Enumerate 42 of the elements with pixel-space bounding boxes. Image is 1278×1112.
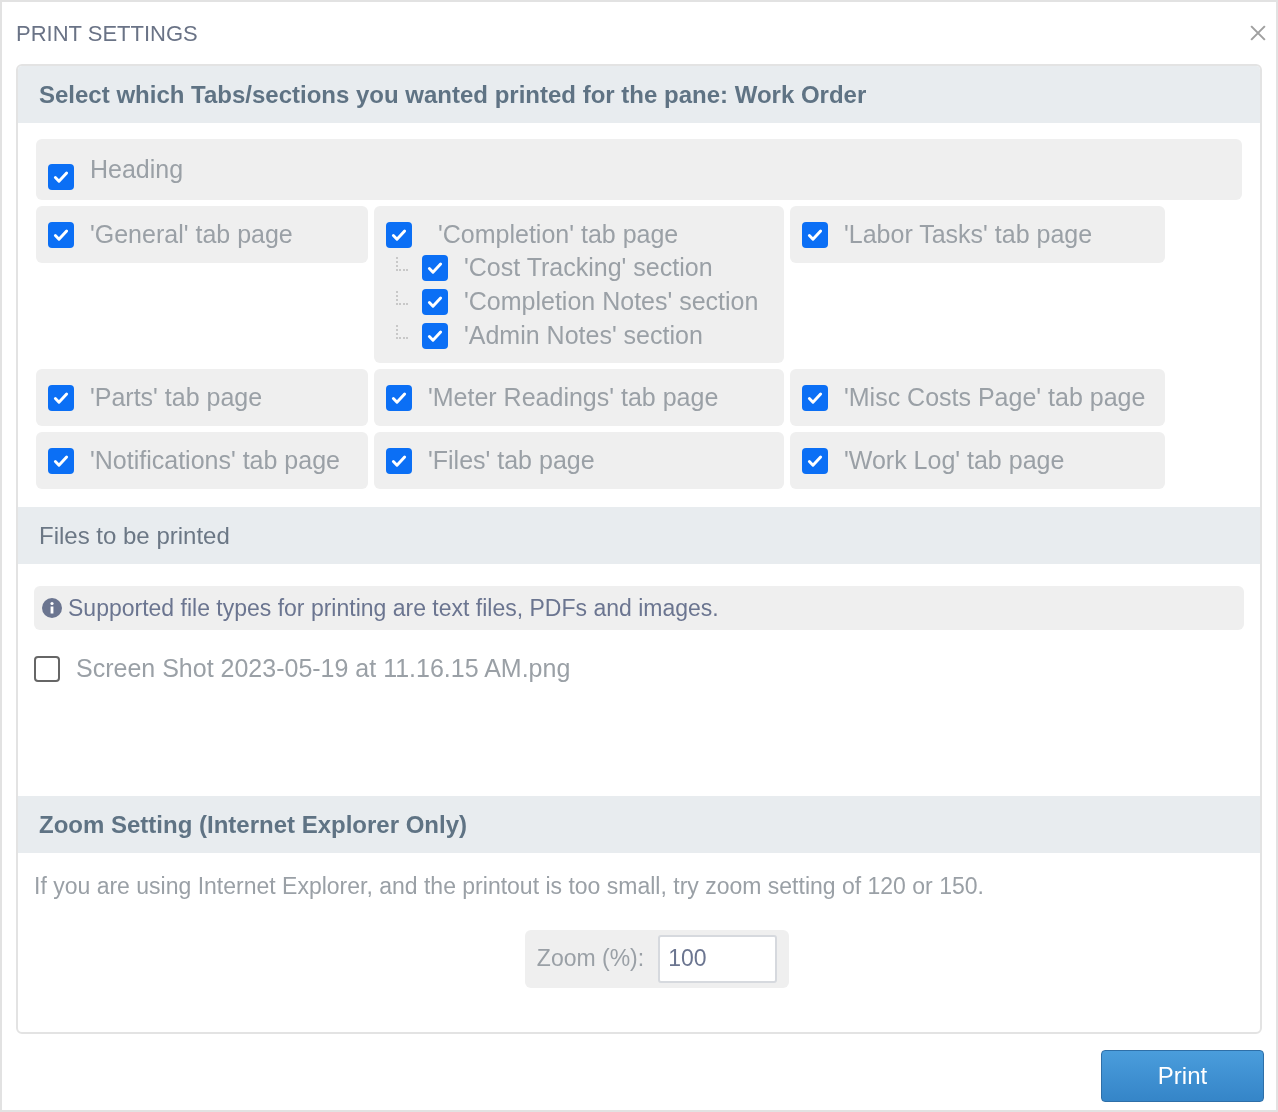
option-label: 'Parts' tab page [90, 381, 263, 413]
info-icon [42, 598, 62, 618]
checkbox[interactable] [802, 221, 828, 248]
checkbox[interactable] [422, 323, 448, 349]
zoom-label: Zoom (%): [536, 944, 645, 974]
option-label: 'Notifications' tab page [90, 444, 340, 476]
checkbox[interactable] [802, 384, 828, 411]
option-label: 'Misc Costs Page' tab page [844, 381, 1146, 413]
option-label: 'Completion' tab page [438, 218, 679, 250]
section-header: Zoom Setting (Internet Explorer Only) [18, 796, 1260, 853]
checkbox[interactable] [386, 447, 412, 474]
checkbox[interactable] [386, 221, 412, 248]
section-header: Files to be printed [18, 507, 1260, 564]
option-label: 'Completion Notes' section [464, 286, 759, 318]
zoom-input[interactable]: 100 [658, 934, 778, 983]
checkbox[interactable] [422, 255, 448, 281]
file-name: Screen Shot 2023-05-19 at 11.16.15 AM.png [76, 653, 571, 684]
checkbox[interactable] [48, 221, 74, 248]
checkbox[interactable] [48, 384, 74, 411]
checkbox[interactable] [386, 384, 412, 411]
checkbox[interactable] [48, 447, 74, 474]
option-label: Heading [90, 153, 184, 185]
checkbox[interactable] [48, 163, 74, 190]
tree-connector-icon [396, 291, 408, 305]
option-label: 'Labor Tasks' tab page [844, 218, 1093, 250]
checkbox[interactable] [34, 655, 60, 682]
option-label: 'General' tab page [90, 218, 293, 250]
dialog-title: PRINT SETTINGS [16, 19, 198, 48]
zoom-description: If you are using Internet Explorer, and the printout is too small, try zoom setting of 120 or 150. [34, 872, 985, 901]
option-label: 'Meter Readings' tab page [428, 381, 719, 413]
print-button[interactable]: Print [1101, 1050, 1264, 1102]
checkbox[interactable] [422, 289, 448, 315]
tree-connector-icon [396, 257, 408, 271]
close-icon[interactable] [1250, 25, 1266, 41]
option-label: 'Files' tab page [428, 444, 595, 476]
option-label: 'Cost Tracking' section [464, 252, 713, 284]
section-header: Select which Tabs/sections you wanted printed for the pane: Work Order [18, 66, 1260, 123]
info-text: Supported file types for printing are text files, PDFs and images. [68, 593, 719, 623]
tree-connector-icon [396, 325, 408, 339]
option-label: 'Work Log' tab page [844, 444, 1065, 476]
checkbox[interactable] [802, 447, 828, 474]
option-label: 'Admin Notes' section [464, 320, 703, 352]
